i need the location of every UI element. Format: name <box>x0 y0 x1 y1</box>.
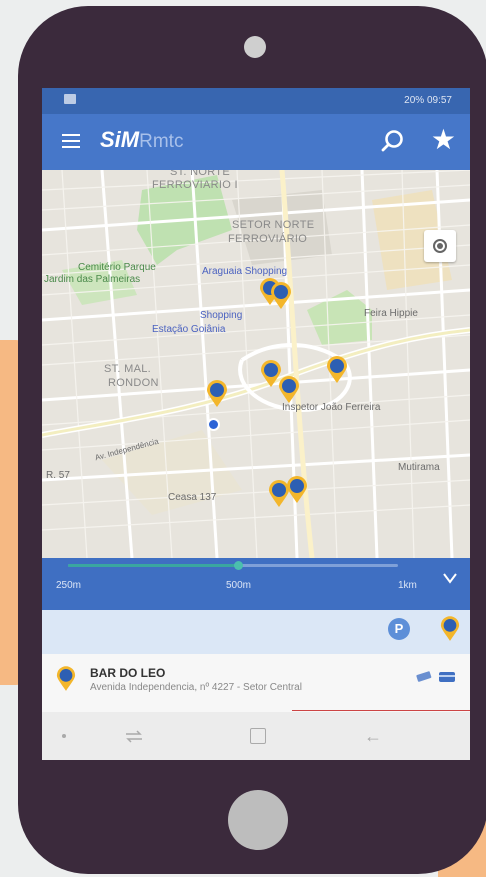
bus-station-icon[interactable] <box>440 616 460 642</box>
ticket-icon <box>415 671 431 682</box>
logo-light: Rmtc <box>139 131 184 152</box>
current-location-dot <box>207 418 220 431</box>
map-label: FERROVIÁRIO <box>228 233 308 245</box>
map-label: RONDON <box>108 377 159 389</box>
map-label: Shopping <box>200 310 243 321</box>
range-label-1km: 1km <box>398 580 417 591</box>
range-label-500m: 500m <box>226 580 252 591</box>
my-location-icon[interactable] <box>424 230 456 262</box>
star-icon[interactable]: ★ <box>431 125 456 155</box>
notification-icon <box>64 94 76 104</box>
result-icons <box>415 670 456 688</box>
map-view[interactable]: ST. NORTE FERROVIARIO I SETOR NORTE FERR… <box>42 170 470 558</box>
map-label: Araguaia Shopping <box>202 266 288 277</box>
parking-filter-icon[interactable]: P <box>388 618 410 640</box>
chevron-down-icon[interactable] <box>442 570 458 586</box>
map-label: ST. MAL. <box>104 363 152 375</box>
back-icon[interactable]: ← <box>364 726 382 747</box>
dot-icon <box>62 734 66 738</box>
recent-apps-icon[interactable] <box>124 728 144 744</box>
card-icon <box>439 672 455 682</box>
app-bar: SiMRmtc ★ <box>42 114 470 170</box>
map-label: Cemitério Parque <box>78 262 156 273</box>
station-pin-4[interactable] <box>326 356 348 384</box>
station-pin-5b[interactable] <box>286 476 308 504</box>
map-label: Jardim das Palmeiras <box>44 274 141 285</box>
range-fill <box>68 564 238 567</box>
range-selector: 250m 500m 1km <box>42 558 470 610</box>
map-label: Feira Hippie <box>364 308 418 319</box>
result-address: Avenida Independencia, nº 4227 - Setor C… <box>90 682 302 693</box>
map-label: SETOR NORTE <box>232 219 315 231</box>
camera-dot <box>244 36 266 58</box>
station-pin-2[interactable] <box>206 380 228 408</box>
result-card[interactable]: BAR DO LEO Avenida Independencia, nº 422… <box>42 654 470 712</box>
map-label: Ceasa 137 <box>168 492 217 503</box>
range-label-250m: 250m <box>56 580 82 591</box>
app-logo: SiMRmtc <box>100 127 183 153</box>
result-title: BAR DO LEO <box>90 666 166 680</box>
phone-home-button[interactable] <box>228 790 288 850</box>
map-label: R. 57 <box>46 470 70 481</box>
station-marker-icon <box>56 666 76 691</box>
hamburger-icon[interactable] <box>62 134 80 148</box>
search-icon[interactable] <box>380 128 406 154</box>
station-pin-3b[interactable] <box>278 376 300 404</box>
divider <box>292 710 470 711</box>
map-label: FERROVIARIO I <box>152 179 238 191</box>
range-slider-knob[interactable] <box>234 561 243 570</box>
logo-bold: SiM <box>100 127 140 152</box>
station-pin-1b[interactable] <box>270 282 292 310</box>
status-bar: 20% 09:57 <box>42 88 470 114</box>
map-label: Mutirama <box>398 462 440 473</box>
map-label: ST. NORTE <box>170 170 230 178</box>
app-screen: 20% 09:57 SiMRmtc ★ ST. NORTE FERROVIARI… <box>42 88 470 760</box>
home-icon[interactable] <box>250 728 266 744</box>
status-bar-right: 20% 09:57 <box>404 95 452 106</box>
system-nav-bar: ← <box>42 712 470 760</box>
map-label: Estação Goiânia <box>152 324 226 335</box>
filter-bar: P <box>42 610 470 654</box>
